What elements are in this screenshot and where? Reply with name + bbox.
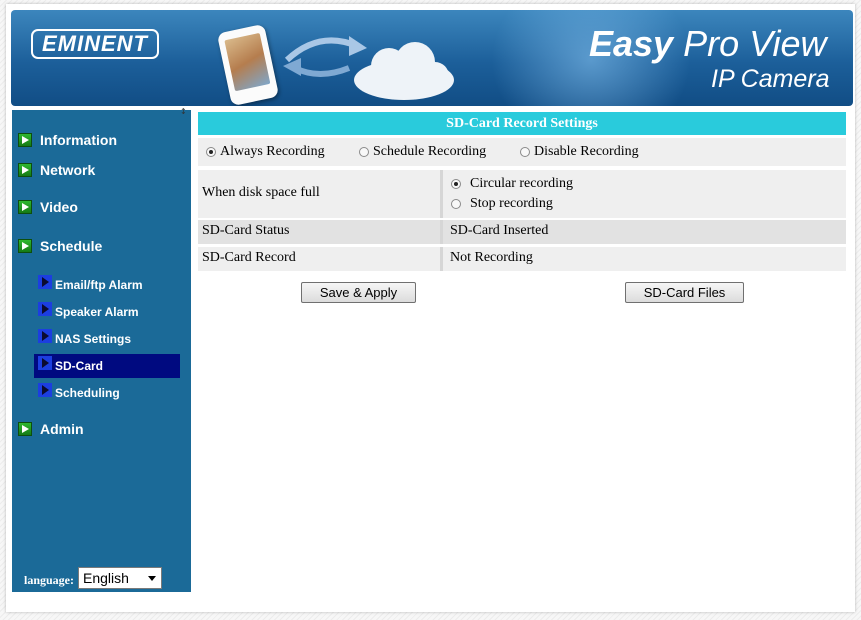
sd-card-record-label: SD-Card Record bbox=[202, 250, 296, 265]
stop-recording-radio[interactable]: Stop recording bbox=[451, 196, 553, 212]
play-arrow-icon bbox=[38, 329, 52, 343]
sd-card-status-value: SD-Card Inserted bbox=[450, 223, 549, 238]
section-title: SD-Card Record Settings bbox=[198, 112, 846, 135]
nav-speaker-alarm[interactable]: Speaker Alarm bbox=[34, 300, 180, 324]
language-label: language: bbox=[24, 573, 75, 587]
play-arrow-icon bbox=[18, 239, 32, 253]
smartphone-illustration bbox=[216, 23, 280, 106]
nav-information[interactable]: Information bbox=[18, 130, 117, 150]
disk-full-label: When disk space full bbox=[202, 185, 320, 200]
sd-card-status-label: SD-Card Status bbox=[202, 223, 290, 238]
cloud-icon bbox=[354, 42, 454, 100]
sd-card-record-row: SD-Card Record Not Recording bbox=[198, 247, 846, 271]
radio-unselected-icon bbox=[451, 199, 461, 209]
radio-unselected-icon bbox=[520, 147, 530, 157]
resize-handle-icon[interactable]: ↕ bbox=[180, 108, 187, 116]
nav-video[interactable]: Video bbox=[18, 197, 78, 217]
play-arrow-icon bbox=[38, 356, 52, 370]
play-arrow-icon bbox=[18, 133, 32, 147]
play-arrow-icon bbox=[38, 302, 52, 316]
schedule-recording-radio[interactable]: Schedule Recording bbox=[359, 144, 486, 160]
always-recording-radio[interactable]: Always Recording bbox=[206, 144, 325, 160]
sd-card-status-row: SD-Card Status SD-Card Inserted bbox=[198, 220, 846, 244]
nav-schedule[interactable]: Schedule bbox=[18, 236, 102, 256]
disable-recording-radio[interactable]: Disable Recording bbox=[520, 144, 639, 160]
radio-selected-icon bbox=[206, 147, 216, 157]
header-banner: EMINENT Easy Pro View IP Camera bbox=[11, 10, 853, 106]
nav-scheduling[interactable]: Scheduling bbox=[34, 381, 180, 405]
nav-email-ftp-alarm[interactable]: Email/ftp Alarm bbox=[34, 273, 180, 297]
sd-card-files-button[interactable]: SD-Card Files bbox=[625, 282, 744, 303]
circular-recording-radio[interactable]: Circular recording bbox=[451, 176, 573, 192]
chevron-down-icon bbox=[148, 576, 156, 581]
sidebar: Information Network Video Schedule Email… bbox=[12, 110, 191, 592]
play-arrow-icon bbox=[38, 383, 52, 397]
disk-full-row: When disk space full Circular recording … bbox=[198, 170, 846, 218]
page-frame: EMINENT Easy Pro View IP Camera Informat… bbox=[6, 4, 855, 612]
eminent-logo: EMINENT bbox=[31, 29, 159, 59]
language-select[interactable]: English bbox=[78, 567, 162, 589]
save-apply-button[interactable]: Save & Apply bbox=[301, 282, 416, 303]
product-title: Easy Pro View bbox=[589, 23, 827, 64]
radio-unselected-icon bbox=[359, 147, 369, 157]
record-mode-row: Always Recording Schedule Recording Disa… bbox=[198, 138, 846, 166]
nav-network[interactable]: Network bbox=[18, 160, 95, 180]
radio-selected-icon bbox=[451, 179, 461, 189]
nav-admin[interactable]: Admin bbox=[18, 419, 84, 439]
product-subtitle: IP Camera bbox=[711, 65, 830, 93]
play-arrow-icon bbox=[18, 422, 32, 436]
nav-sd-card[interactable]: SD-Card bbox=[34, 354, 180, 378]
play-arrow-icon bbox=[18, 163, 32, 177]
nav-nas-settings[interactable]: NAS Settings bbox=[34, 327, 180, 351]
play-arrow-icon bbox=[18, 200, 32, 214]
sd-card-record-value: Not Recording bbox=[450, 250, 533, 265]
play-arrow-icon bbox=[38, 275, 52, 289]
